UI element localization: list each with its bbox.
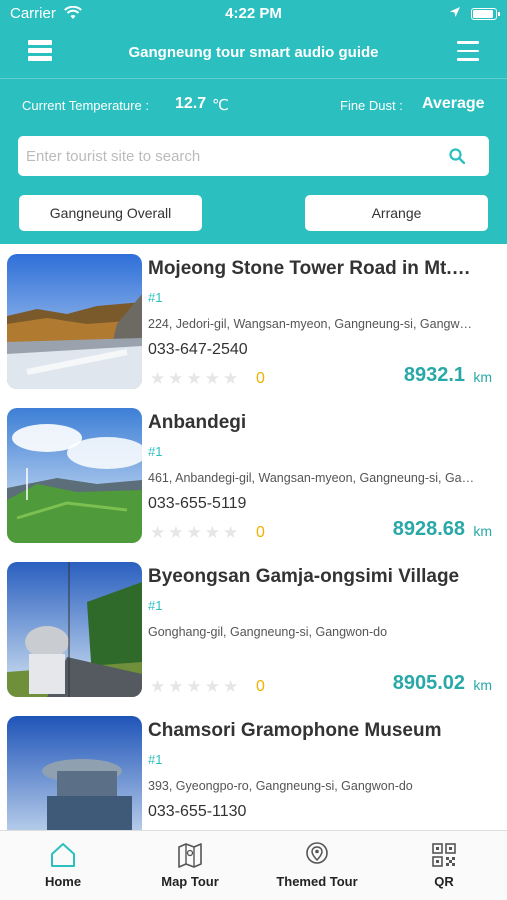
rating-stars: ★★★★★: [150, 523, 242, 542]
place-address: 393, Gyeongpo-ro, Gangneung-si, Gangwon-…: [148, 779, 413, 793]
place-tag: #1: [148, 290, 163, 305]
nav-bar: Gangneung tour smart audio guide: [0, 28, 507, 78]
distance-unit: km: [473, 369, 492, 385]
search-input[interactable]: [26, 136, 436, 176]
place-tag: #1: [148, 444, 163, 459]
fine-dust-label: Fine Dust :: [340, 98, 403, 113]
place-address: 224, Jedori-gil, Wangsan-myeon, Gangneun…: [148, 317, 473, 331]
distance-value: 8928.68: [392, 518, 465, 540]
tourist-site-list: Mojeong Stone Tower Road in Mt.… #1 224,…: [0, 244, 507, 830]
rating-value: 0: [256, 524, 265, 541]
qr-code-icon: [432, 843, 456, 867]
distance-value: 8932.1: [403, 364, 465, 386]
tab-home-label: Home: [44, 874, 82, 889]
app-header: Carrier 4:22 PM Gangneung tour smart aud…: [0, 0, 507, 244]
distance-value: 8905.02: [392, 672, 465, 694]
tab-bar: Home Map Tour Themed Tour QR: [0, 830, 507, 900]
rating-value: 0: [256, 370, 265, 387]
battery-icon: [471, 8, 500, 20]
place-photo: [7, 716, 142, 830]
place-address: 461, Anbandegi-gil, Wangsan-myeon, Gangn…: [148, 471, 475, 485]
list-item[interactable]: Anbandegi #1 461, Anbandegi-gil, Wangsan…: [0, 398, 507, 552]
place-phone[interactable]: 033-647-2540: [148, 341, 248, 359]
weather-info: Current Temperature : 12.7 ℃ Fine Dust :…: [0, 92, 507, 120]
status-bar: Carrier 4:22 PM: [0, 0, 507, 28]
rating-stars: ★★★★★: [150, 677, 242, 696]
place-phone[interactable]: 033-655-5119: [148, 495, 246, 513]
list-item[interactable]: Mojeong Stone Tower Road in Mt.… #1 224,…: [0, 244, 507, 398]
rating-value: 0: [256, 678, 265, 695]
map-icon: [178, 843, 202, 868]
tab-themed-tour[interactable]: Themed Tour: [254, 831, 380, 900]
list-item[interactable]: Byeongsan Gamja-ongsimi Village #1 Gongh…: [0, 552, 507, 706]
area-select-button[interactable]: Gangneung Overall: [19, 195, 202, 231]
tab-map-tour[interactable]: Map Tour: [127, 831, 253, 900]
place-name: Byeongsan Gamja-ongsimi Village: [148, 566, 460, 587]
place-tag: #1: [148, 752, 163, 767]
place-name: Anbandegi: [148, 412, 247, 433]
temperature-label: Current Temperature :: [22, 98, 149, 113]
tab-themed-tour-label: Themed Tour: [276, 874, 358, 889]
rating-stars: ★★★★★: [150, 369, 242, 388]
place-tag: #1: [148, 598, 163, 613]
temperature-value: 12.7: [175, 95, 207, 112]
fine-dust-value: Average: [422, 95, 485, 112]
search-bar: [18, 136, 489, 176]
tab-home[interactable]: Home: [0, 831, 126, 900]
temperature-unit: ℃: [212, 97, 229, 114]
place-address: Gonghang-gil, Gangneung-si, Gangwon-do: [148, 625, 388, 639]
header-divider: [0, 78, 507, 79]
tab-qr[interactable]: QR: [381, 831, 507, 900]
place-phone[interactable]: 033-655-1130: [148, 803, 246, 821]
distance-unit: km: [473, 523, 492, 539]
place-photo: [7, 254, 142, 389]
place-photo: [7, 408, 142, 543]
clock: 4:22 PM: [225, 5, 282, 22]
search-icon[interactable]: [449, 148, 465, 164]
tab-qr-label: QR: [434, 874, 454, 889]
place-name: Mojeong Stone Tower Road in Mt.…: [148, 258, 471, 279]
page-title: Gangneung tour smart audio guide: [128, 44, 379, 61]
place-name: Chamsori Gramophone Museum: [148, 720, 442, 741]
home-icon: [51, 843, 75, 867]
arrange-button[interactable]: Arrange: [305, 195, 488, 231]
location-arrow-icon: [450, 7, 460, 17]
hamburger-menu-icon[interactable]: [457, 41, 479, 63]
list-item[interactable]: Chamsori Gramophone Museum #1 393, Gyeon…: [0, 706, 507, 830]
place-photo: [7, 562, 142, 697]
distance-unit: km: [473, 677, 492, 693]
location-pin-icon: [306, 842, 328, 864]
tab-map-tour-label: Map Tour: [161, 874, 219, 889]
